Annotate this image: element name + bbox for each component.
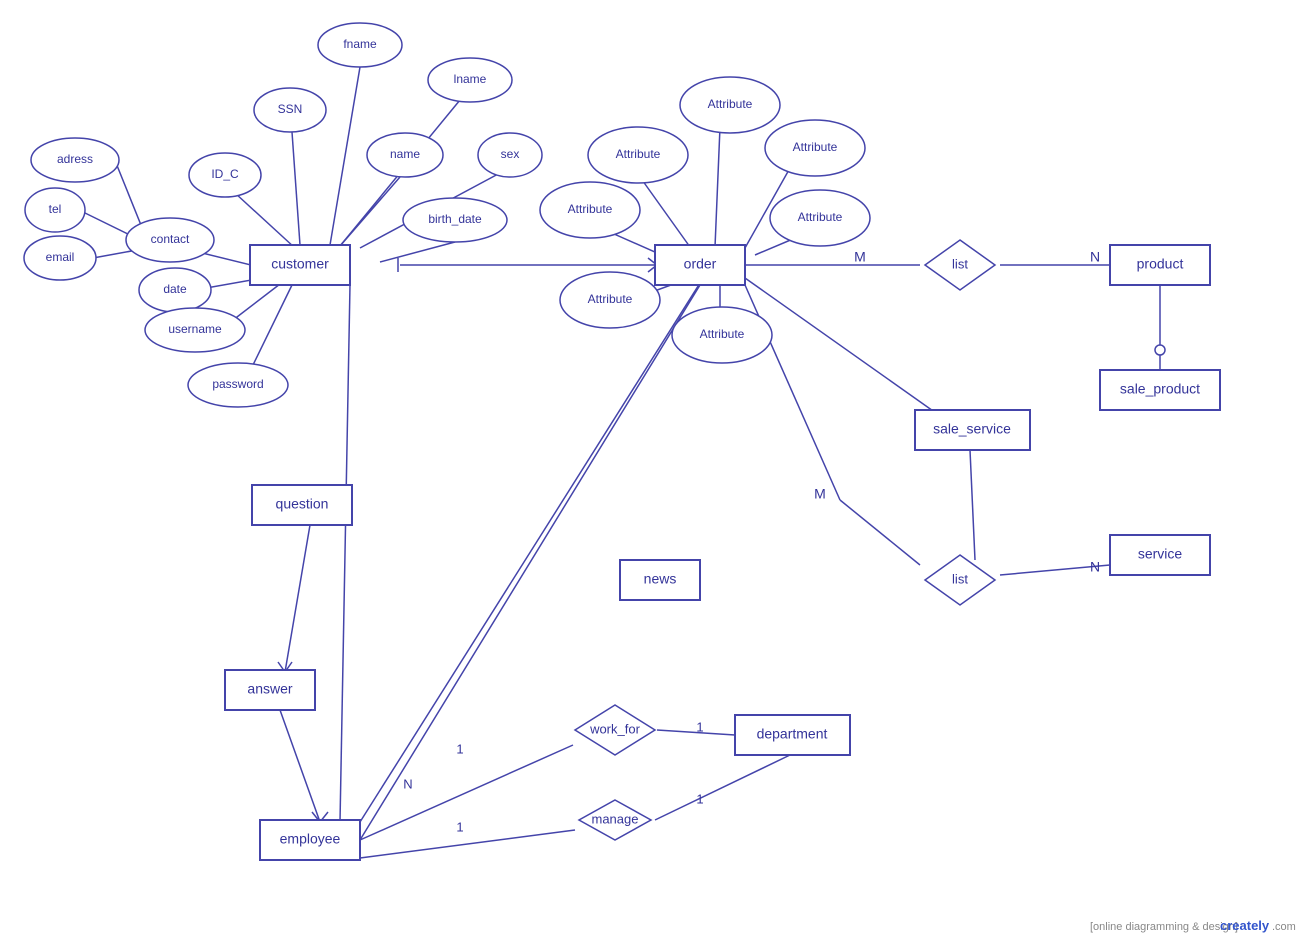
attr-adress-label: adress bbox=[57, 152, 93, 166]
entity-product-label: product bbox=[1137, 256, 1184, 272]
attr-sex-label: sex bbox=[501, 147, 520, 161]
entity-answer-label: answer bbox=[247, 681, 292, 697]
attr-idc-label: ID_C bbox=[211, 167, 239, 181]
entity-order-label: order bbox=[684, 256, 717, 272]
label-1-manage-dept: 1 bbox=[696, 791, 703, 806]
attr-order-1-label: Attribute bbox=[616, 147, 661, 161]
attr-order-7-label: Attribute bbox=[700, 327, 745, 341]
label-1-work: 1 bbox=[696, 719, 703, 734]
watermark-suffix: .com bbox=[1272, 921, 1296, 933]
entity-customer-label: customer bbox=[271, 256, 329, 272]
diagram-container: customer order product sale_product sale… bbox=[0, 0, 1302, 951]
label-M2: M bbox=[814, 486, 826, 502]
attr-order-4-label: Attribute bbox=[798, 210, 843, 224]
diamond-list2-label: list bbox=[952, 571, 968, 586]
attr-name-label: name bbox=[390, 147, 420, 161]
entity-sale-product-label: sale_product bbox=[1120, 381, 1200, 397]
label-N2: N bbox=[1090, 559, 1100, 575]
entity-question-label: question bbox=[276, 496, 329, 512]
attr-ssn-label: SSN bbox=[278, 102, 303, 116]
entity-employee-label: employee bbox=[280, 831, 341, 847]
attr-username-label: username bbox=[168, 322, 222, 336]
attr-fname-label: fname bbox=[343, 37, 377, 51]
attr-contact-label: contact bbox=[151, 232, 190, 246]
label-M1: M bbox=[854, 249, 866, 265]
attr-order-2-label: Attribute bbox=[708, 97, 753, 111]
attr-tel-label: tel bbox=[49, 202, 62, 216]
entity-service-label: service bbox=[1138, 546, 1183, 562]
label-1-emp-manage: 1 bbox=[456, 819, 463, 834]
label-N1: N bbox=[1090, 249, 1100, 265]
entity-news-label: news bbox=[644, 571, 677, 587]
entity-sale-service-label: sale_service bbox=[933, 421, 1011, 437]
attr-order-5-label: Attribute bbox=[568, 202, 613, 216]
label-N3: N bbox=[403, 776, 412, 791]
entity-department-label: department bbox=[757, 726, 828, 742]
watermark-brand: creately bbox=[1220, 918, 1270, 933]
attr-birth-date-label: birth_date bbox=[428, 212, 482, 226]
diamond-list1-label: list bbox=[952, 256, 968, 271]
diamond-manage-label: manage bbox=[592, 811, 639, 826]
attr-lname-label: lname bbox=[454, 72, 487, 86]
watermark-text: [online diagramming & design] bbox=[1090, 921, 1238, 933]
attr-order-6-label: Attribute bbox=[588, 292, 633, 306]
attr-date-label: date bbox=[163, 282, 187, 296]
attr-password-label: password bbox=[212, 377, 263, 391]
diamond-work-for-label: work_for bbox=[589, 721, 641, 736]
label-1-emp-work: 1 bbox=[456, 741, 463, 756]
attr-email-label: email bbox=[46, 250, 75, 264]
attr-order-3-label: Attribute bbox=[793, 140, 838, 154]
er-diagram: customer order product sale_product sale… bbox=[0, 0, 1302, 951]
